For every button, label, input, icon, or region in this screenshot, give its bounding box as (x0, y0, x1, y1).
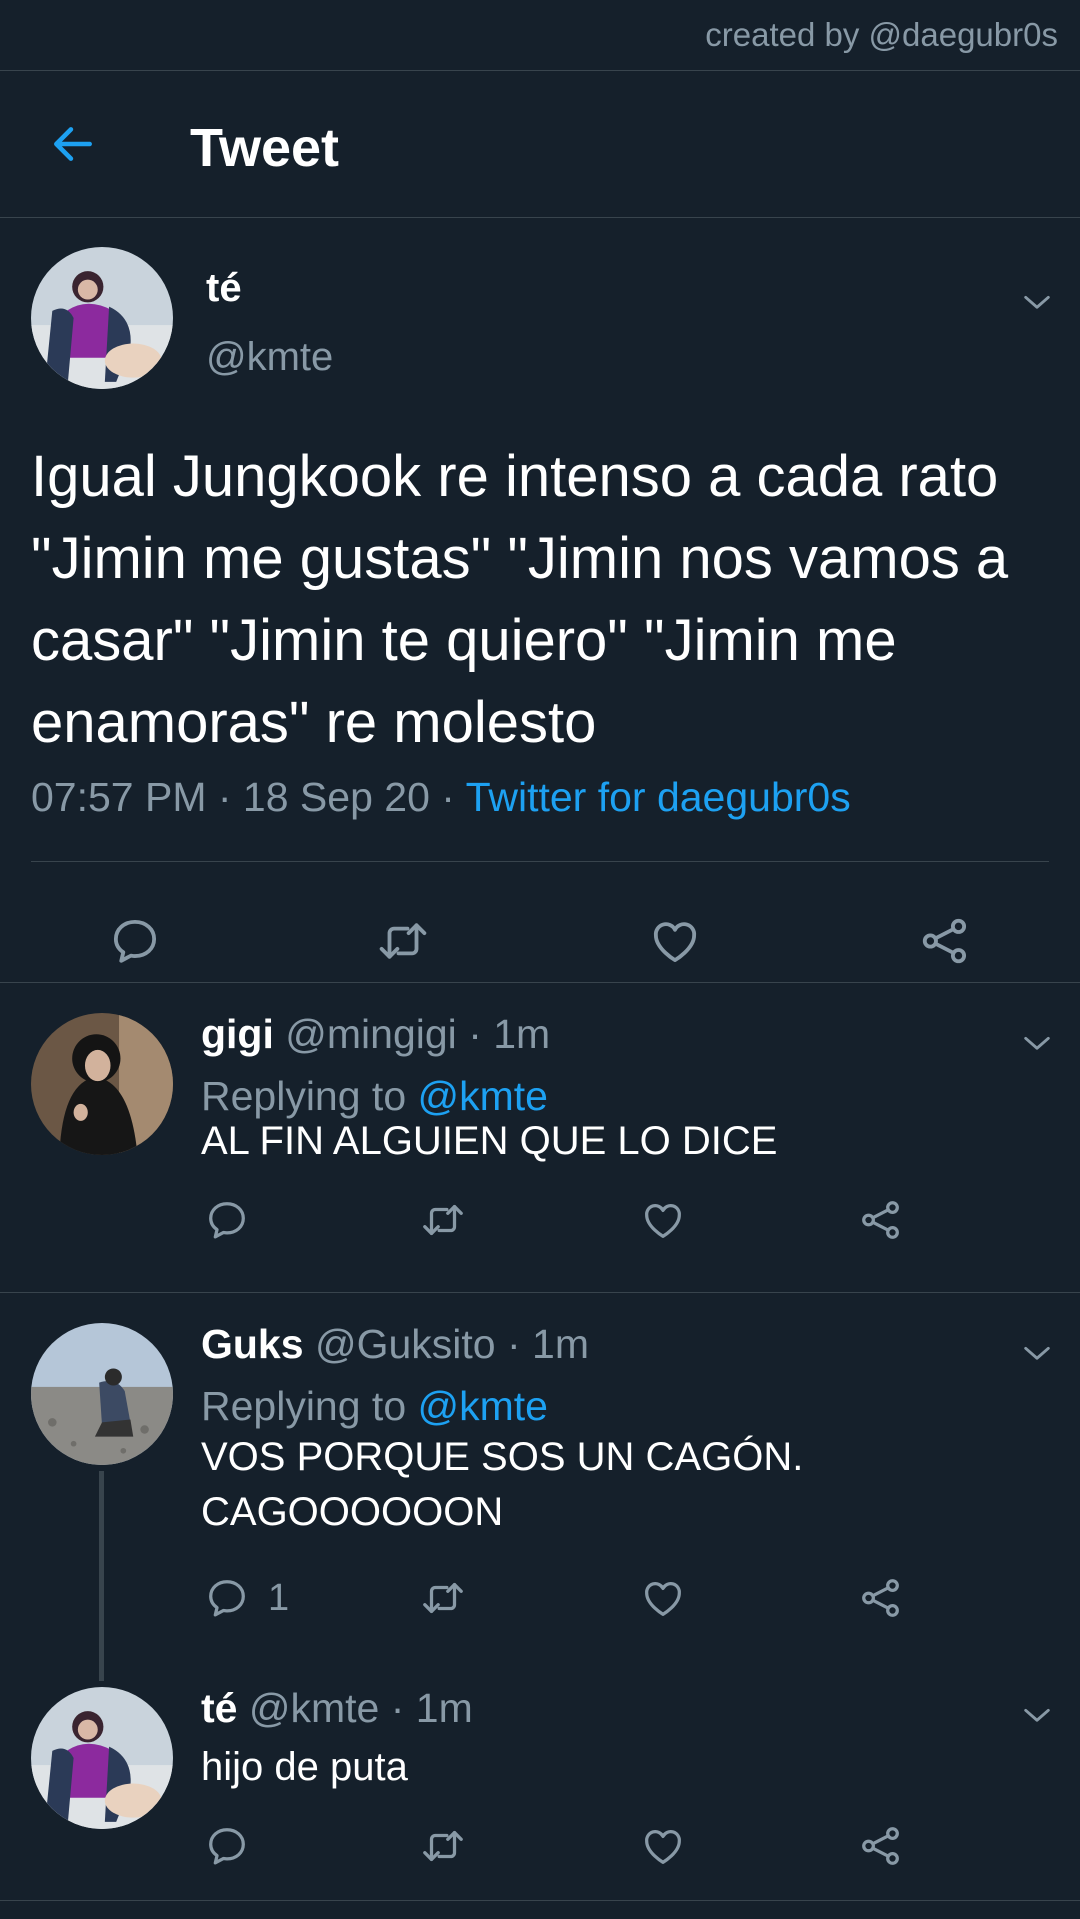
reply-actions: 1 (0, 1575, 1080, 1635)
author-handle[interactable]: @kmte (206, 335, 333, 380)
reply-time: · 1m (390, 1685, 473, 1731)
tweet-timestamp: 07:57 PM · 18 Sep 20 · (31, 774, 466, 820)
top-app-bar: Tweet (0, 71, 1080, 218)
status-strip: created by @daegubr0s (0, 0, 1080, 71)
replying-to-label: Replying to (201, 1383, 418, 1429)
avatar-image (31, 247, 173, 389)
share-icon[interactable] (858, 1823, 904, 1869)
retweet-icon[interactable] (420, 1575, 466, 1621)
avatar[interactable] (31, 1013, 173, 1155)
divider (31, 861, 1049, 862)
like-icon[interactable] (648, 914, 702, 968)
main-tweet: té @kmte Igual Jungkook re intenso a cad… (0, 218, 1080, 983)
reply-icon[interactable] (204, 1575, 250, 1621)
reply-text: VOS PORQUE SOS UN CAGÓN. CAGOOOOOON (201, 1435, 804, 1534)
chevron-down-icon[interactable] (1020, 1699, 1054, 1733)
retweet-icon[interactable] (376, 914, 430, 968)
reply-text: hijo de puta (201, 1745, 408, 1789)
reply-header: Guks @Guksito · 1m (201, 1321, 589, 1368)
like-icon[interactable] (640, 1823, 686, 1869)
avatar[interactable] (31, 1687, 173, 1829)
replying-to: Replying to @kmte (201, 1073, 548, 1120)
chevron-down-icon[interactable] (1020, 1337, 1054, 1371)
tweet-text: Igual Jungkook re intenso a cada rato "J… (31, 444, 1009, 755)
page-title: Tweet (190, 118, 340, 178)
avatar-image (31, 1013, 173, 1155)
arrow-left-icon[interactable] (48, 119, 98, 169)
reply-author-name[interactable]: gigi (201, 1011, 274, 1057)
like-icon[interactable] (640, 1197, 686, 1243)
reply-header: té @kmte · 1m (201, 1685, 473, 1732)
tweet-actions (0, 888, 1080, 988)
reply-header: gigi @mingigi · 1m (201, 1011, 550, 1058)
reply-actions (0, 1823, 1080, 1883)
retweet-icon[interactable] (420, 1823, 466, 1869)
reply-tweet[interactable]: gigi @mingigi · 1m Replying to @kmte AL … (0, 983, 1080, 1293)
reply-text: AL FIN ALGUIEN QUE LO DICE (201, 1119, 778, 1163)
reply-time: · 1m (468, 1011, 551, 1057)
share-icon[interactable] (858, 1197, 904, 1243)
tweet-meta: 07:57 PM · 18 Sep 20 · Twitter for daegu… (31, 774, 851, 821)
share-icon[interactable] (858, 1575, 904, 1621)
reply-icon[interactable] (204, 1197, 250, 1243)
avatar[interactable] (31, 247, 173, 389)
replying-to: Replying to @kmte (201, 1383, 548, 1430)
author-name[interactable]: té (206, 266, 242, 311)
replying-to-link[interactable]: @kmte (418, 1383, 548, 1429)
avatar-image (31, 1687, 173, 1829)
reply-author-handle[interactable]: @mingigi (285, 1011, 457, 1057)
reply-author-name[interactable]: té (201, 1685, 237, 1731)
share-icon[interactable] (918, 914, 972, 968)
reply-time: · 1m (506, 1321, 589, 1367)
like-icon[interactable] (640, 1575, 686, 1621)
reply-author-handle[interactable]: @Guksito (315, 1321, 496, 1367)
avatar[interactable] (31, 1323, 173, 1465)
reply-author-handle[interactable]: @kmte (249, 1685, 379, 1731)
reply-icon[interactable] (108, 914, 162, 968)
avatar-image (31, 1323, 173, 1465)
reply-actions (0, 1197, 1080, 1257)
chevron-down-icon[interactable] (1020, 286, 1054, 320)
watermark: created by @daegubr0s (705, 16, 1058, 53)
reply-count: 1 (268, 1577, 290, 1619)
replying-to-label: Replying to (201, 1073, 418, 1119)
tweet-source-link[interactable]: Twitter for daegubr0s (466, 774, 851, 820)
reply-thread: Guks @Guksito · 1m Replying to @kmte VOS… (0, 1293, 1080, 1901)
replying-to-link[interactable]: @kmte (418, 1073, 548, 1119)
reply-icon[interactable] (204, 1823, 250, 1869)
reply-author-name[interactable]: Guks (201, 1321, 304, 1367)
chevron-down-icon[interactable] (1020, 1027, 1054, 1061)
retweet-icon[interactable] (420, 1197, 466, 1243)
